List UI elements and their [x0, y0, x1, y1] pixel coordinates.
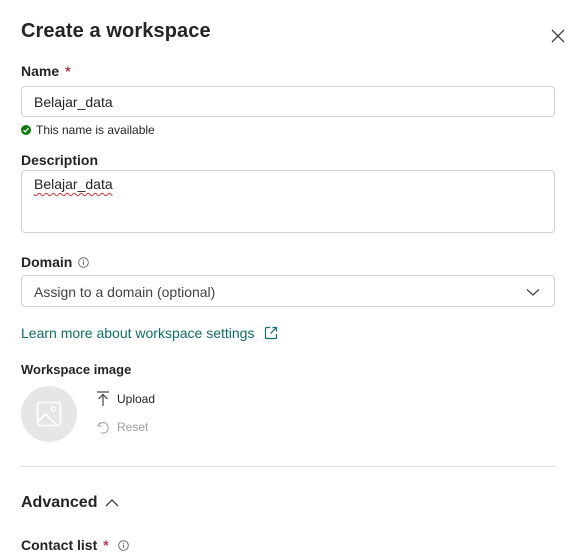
advanced-toggle[interactable]: Advanced — [21, 494, 119, 512]
learn-more-link[interactable]: Learn more about workspace settings — [21, 325, 278, 341]
close-button[interactable] — [546, 24, 570, 48]
upload-icon — [95, 391, 111, 407]
upload-button[interactable]: Upload — [95, 391, 155, 407]
reset-icon — [95, 419, 111, 435]
info-icon[interactable] — [117, 539, 129, 551]
description-label: Description — [21, 152, 99, 168]
contact-list-label: Contact list * — [21, 537, 129, 553]
description-value: Belajar_data — [34, 176, 113, 192]
checkmark-circle-icon — [21, 125, 31, 135]
description-textarea[interactable]: Belajar_data — [21, 170, 555, 233]
learn-more-text: Learn more about workspace settings — [21, 325, 255, 341]
contact-list-label-text: Contact list — [21, 537, 98, 553]
advanced-label: Advanced — [21, 494, 98, 511]
chevron-down-icon — [526, 285, 540, 303]
close-icon — [551, 29, 565, 43]
reset-label: Reset — [117, 420, 149, 434]
name-label-text: Name — [21, 63, 60, 79]
section-divider — [21, 466, 557, 467]
domain-dropdown[interactable]: Assign to a domain (optional) — [21, 275, 555, 307]
info-icon[interactable] — [78, 256, 90, 268]
name-label: Name * — [21, 63, 71, 79]
dialog-title: Create a workspace — [21, 20, 211, 42]
name-availability: This name is available — [21, 123, 155, 137]
domain-label-text: Domain — [21, 254, 73, 270]
workspace-image-avatar — [21, 386, 77, 442]
image-placeholder-icon — [36, 401, 62, 427]
name-required-mark: * — [65, 63, 71, 79]
workspace-image-label: Workspace image — [21, 362, 132, 377]
availability-text: This name is available — [36, 123, 155, 137]
create-workspace-panel: Create a workspace Name * Belajar_data Th… — [0, 0, 578, 556]
chevron-up-icon — [105, 498, 119, 508]
domain-label: Domain — [21, 254, 90, 270]
name-input-value: Belajar_data — [34, 94, 113, 110]
upload-label: Upload — [117, 392, 156, 406]
contact-list-required-mark: * — [103, 537, 109, 553]
name-input[interactable]: Belajar_data — [21, 86, 555, 117]
open-external-icon — [264, 326, 278, 340]
reset-button[interactable]: Reset — [95, 419, 148, 435]
domain-dropdown-placeholder: Assign to a domain (optional) — [34, 284, 216, 300]
